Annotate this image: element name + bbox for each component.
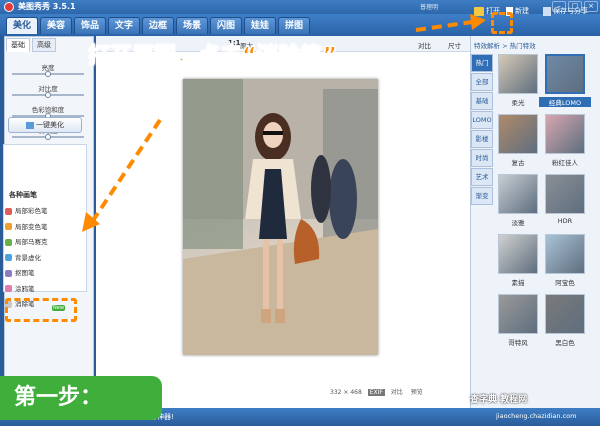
arrow-to-open bbox=[415, 20, 473, 32]
watermark: 查字典 教程网 bbox=[470, 395, 528, 405]
watermark-url: jiaocheng.chazidian.com bbox=[496, 412, 577, 420]
arrow-head-open bbox=[470, 14, 486, 30]
tutorial-arrows bbox=[82, 14, 486, 232]
step-badge: 第一步： bbox=[0, 376, 162, 420]
arrow-to-eraser bbox=[90, 118, 162, 224]
